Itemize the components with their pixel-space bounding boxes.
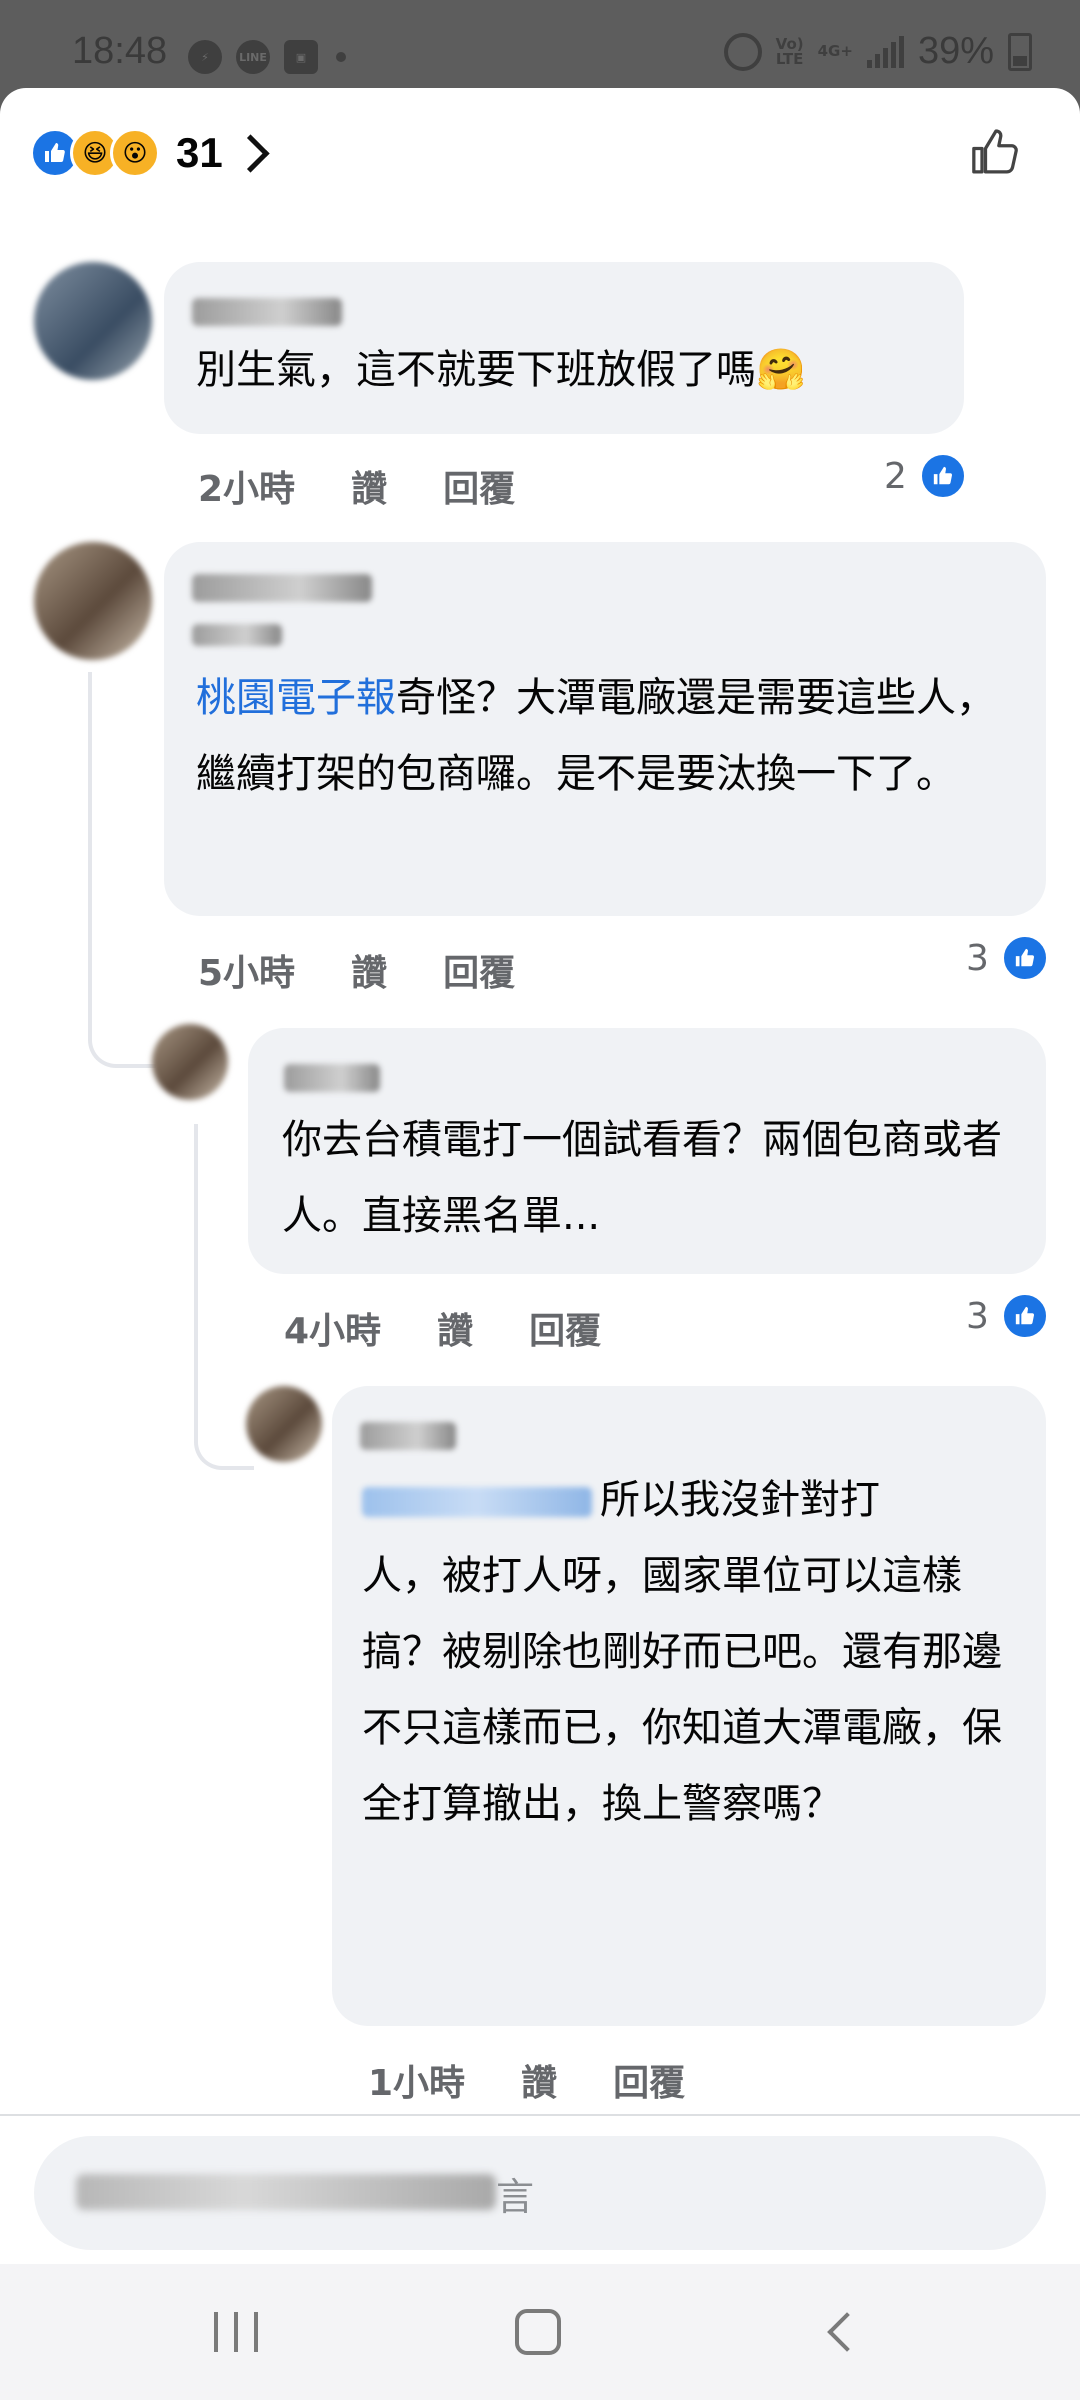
like-button[interactable]: 讚 — [351, 944, 387, 996]
home-button[interactable] — [508, 2304, 568, 2360]
like-button[interactable]: 讚 — [437, 1302, 473, 1354]
comments-sheet: 😆 😮 31 別生氣，這不就要下班放假了嗎🤗 2小時 讚 回覆 2 桃園電子報奇… — [0, 88, 1080, 2264]
like-button[interactable]: 讚 — [521, 2054, 557, 2106]
comment-text: 所以我沒針對打人，被打人呀，國家單位可以這樣搞？被剔除也剛好而已吧。還有那邊不只… — [362, 1462, 1022, 1842]
reaction-count: 31 — [176, 129, 223, 176]
battery-percent: 39% — [917, 30, 994, 72]
line-icon: LINE — [236, 40, 270, 74]
comment-time[interactable]: 4小時 — [284, 1302, 381, 1354]
reply-button[interactable]: 回覆 — [443, 460, 515, 512]
comment-time[interactable]: 5小時 — [198, 944, 295, 996]
comment-likes[interactable]: 2 — [884, 452, 967, 500]
comment-bubble: 別生氣，這不就要下班放假了嗎🤗 — [164, 262, 964, 434]
composer-placeholder: 言 — [496, 2175, 535, 2219]
chevron-right-icon — [231, 133, 270, 173]
comment-likes[interactable]: 3 — [966, 1292, 1049, 1340]
wow-icon: 😮 — [110, 128, 160, 178]
more-notifications-icon — [336, 52, 346, 62]
comment-input[interactable]: 言 — [34, 2136, 1046, 2250]
reply-bubble: 你去台積電打一個試看看？兩個包商或者人。直接黑名單... — [248, 1028, 1046, 1274]
notification-icons: ⚡ LINE ▣ — [188, 40, 346, 74]
comment-actions: 1小時 讚 回覆 — [368, 2054, 685, 2106]
messenger-icon: ⚡ — [188, 40, 222, 74]
back-button[interactable] — [812, 2304, 872, 2360]
avatar[interactable] — [34, 262, 152, 380]
comment-time[interactable]: 1小時 — [368, 2054, 465, 2106]
commenter-name[interactable] — [192, 574, 372, 602]
like-count: 3 — [966, 1295, 989, 1337]
like-icon — [918, 452, 967, 500]
reply-button[interactable]: 回覆 — [613, 2054, 685, 2106]
comment-text: 你去台積電打一個試看看？兩個包商或者人。直接黑名單... — [282, 1117, 1002, 1239]
thumbs-up-icon — [972, 129, 1018, 174]
comment-actions: 2小時 讚 回覆 — [198, 460, 515, 512]
alarm-icon — [723, 32, 762, 71]
status-right: Vo) LTE 4G+ 39% — [723, 30, 1032, 73]
thread-line — [194, 1124, 254, 1470]
comment-body: 人，被打人呀，國家單位可以這樣搞？被剔除也剛好而已吧。還有那邊不只這樣而已，你知… — [362, 1553, 1002, 1827]
like-button[interactable]: 讚 — [351, 460, 387, 512]
system-nav-bar — [0, 2264, 1080, 2400]
comment-text: 別生氣，這不就要下班放假了嗎🤗 — [196, 347, 806, 393]
mention-link[interactable] — [362, 1487, 592, 1517]
comment-actions: 4小時 讚 回覆 — [284, 1302, 601, 1354]
comment-likes[interactable]: 3 — [966, 934, 1049, 982]
comment-text: 桃園電子報奇怪？大潭電廠還是需要這些人，繼續打架的包商囉。是不是要汰換一下了。 — [196, 660, 1026, 812]
avatar[interactable] — [34, 542, 152, 660]
status-time: 18:48 — [72, 30, 168, 72]
comment-actions: 5小時 讚 回覆 — [198, 944, 515, 996]
network-type: 4G+ — [817, 42, 853, 60]
mention-link[interactable]: 桃園電子報 — [196, 675, 396, 721]
comment-bubble: 桃園電子報奇怪？大潭電廠還是需要這些人，繼續打架的包商囉。是不是要汰換一下了。 — [164, 542, 1046, 916]
reactions-summary[interactable]: 😆 😮 31 — [30, 128, 270, 178]
avatar[interactable] — [152, 1024, 228, 1100]
volte-bottom: LTE — [775, 49, 804, 68]
volte-icon: Vo) LTE — [775, 36, 804, 68]
gallery-icon: ▣ — [284, 40, 318, 74]
avatar[interactable] — [246, 1386, 322, 1462]
commenter-name[interactable] — [192, 298, 342, 326]
comment-body-line1: 所以我沒針對打 — [600, 1477, 880, 1523]
comment-composer: 言 — [0, 2114, 1080, 2264]
comment-time[interactable]: 2小時 — [198, 460, 295, 512]
commenter-name[interactable] — [284, 1064, 380, 1092]
like-post-button[interactable] — [968, 124, 1024, 180]
commenter-name[interactable] — [360, 1422, 456, 1450]
thread-line — [88, 672, 156, 1068]
composer-placeholder-blurred — [76, 2174, 496, 2210]
reply-button[interactable]: 回覆 — [443, 944, 515, 996]
back-icon — [827, 2312, 867, 2352]
reply-button[interactable]: 回覆 — [529, 1302, 601, 1354]
commenter-subtitle — [192, 624, 282, 646]
home-icon — [515, 2309, 561, 2355]
like-count: 3 — [966, 937, 989, 979]
signal-icon — [866, 35, 904, 68]
like-count: 2 — [884, 455, 907, 497]
like-icon — [1000, 1292, 1049, 1340]
battery-icon — [1008, 32, 1032, 71]
reply-bubble: 所以我沒針對打人，被打人呀，國家單位可以這樣搞？被剔除也剛好而已吧。還有那邊不只… — [332, 1386, 1046, 2026]
like-icon — [1000, 934, 1049, 982]
recents-button[interactable] — [206, 2304, 266, 2360]
status-bar: 18:48 ⚡ LINE ▣ Vo) LTE 4G+ 39% — [0, 0, 1080, 88]
